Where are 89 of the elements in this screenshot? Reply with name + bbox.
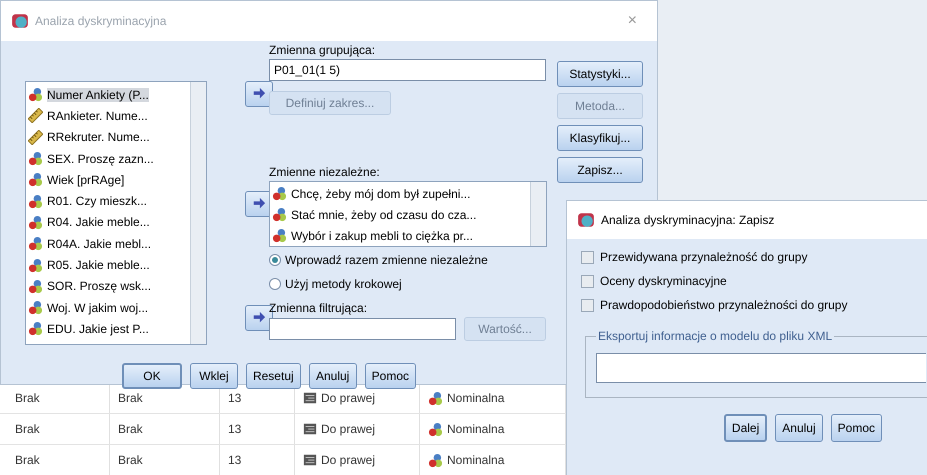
field-label: Zmienna filtrująca: — [269, 301, 368, 315]
table-cell: Brak — [15, 453, 40, 467]
variable-item[interactable]: RRekruter. Nume... — [47, 130, 150, 144]
variable-item[interactable]: RAnkieter. Nume... — [47, 108, 148, 123]
variable-item[interactable]: R05. Jakie meble... — [47, 258, 150, 272]
nominal-icon — [428, 390, 443, 406]
variable-item[interactable]: Numer Ankiety (P... — [47, 88, 149, 102]
radio-button[interactable] — [269, 278, 281, 290]
table-cell: Do prawej — [321, 422, 376, 436]
file-field[interactable] — [596, 353, 926, 383]
field-label: Zmienne niezależne: — [269, 165, 381, 179]
arrow-icon — [252, 87, 266, 101]
radio-button[interactable] — [269, 254, 281, 266]
scrollbar[interactable] — [190, 82, 206, 344]
group-label: Eksportuj informacje o modelu do pliku XML — [597, 329, 834, 343]
ruler-icon — [28, 130, 43, 145]
dialog-button[interactable]: Anuluj — [308, 363, 357, 389]
nominal-icon — [28, 300, 43, 316]
table-cell: Brak — [15, 422, 40, 436]
nominal-icon — [428, 452, 443, 468]
radio-label: Wprowadź razem zmienne niezależne — [285, 253, 488, 267]
table-cell: Brak — [118, 391, 143, 405]
nominal-icon — [28, 172, 43, 188]
dialog-button[interactable]: Statystyki... — [557, 61, 643, 87]
scrollbar[interactable] — [530, 182, 546, 246]
variable-item[interactable]: SOR. Proszę wsk... — [47, 279, 152, 294]
grouping-field[interactable]: P01_01(1 5) — [269, 59, 546, 81]
nominal-icon — [28, 278, 43, 294]
nominal-icon — [28, 194, 43, 209]
variable-item[interactable]: Wybór i zakup mebli to ciężka pr... — [291, 228, 473, 242]
table-cell: Nominalna — [447, 453, 504, 467]
nominal-icon — [28, 214, 43, 230]
variable-item[interactable]: Wiek [prRAge] — [47, 172, 124, 187]
checkbox-label: Przewidywana przynależność do grupy — [600, 250, 808, 264]
table-cell: Nominalna — [447, 422, 504, 436]
checkbox-label: Oceny dyskryminacyjne — [600, 274, 727, 288]
table-cell: 13 — [228, 453, 242, 467]
dialog-button[interactable]: Klasyfikuj... — [557, 125, 643, 151]
table-cell: 13 — [228, 422, 242, 436]
table-cell: Brak — [15, 391, 40, 405]
dialog-button[interactable]: Resetuj — [246, 363, 301, 389]
checkbox[interactable] — [581, 298, 594, 312]
variable-item[interactable]: Stać mnie, żeby od czasu do cza... — [291, 208, 476, 222]
arrow-icon — [252, 197, 266, 211]
dialog-button[interactable]: Anuluj — [775, 414, 823, 442]
table-cell: Brak — [118, 453, 143, 467]
table-cell: Brak — [118, 422, 143, 436]
nominal-icon — [28, 87, 43, 102]
variable-item[interactable]: SEX. Proszę zazn... — [47, 152, 154, 166]
table-cell: Do prawej — [321, 453, 376, 467]
dialog-button[interactable]: Wklej — [190, 363, 238, 389]
dialog-button[interactable]: Pomoc — [364, 363, 416, 389]
move-button[interactable] — [245, 81, 273, 107]
window-title: Analiza dyskryminacyjna: Zapisz — [601, 213, 774, 227]
variable-item[interactable]: EDU. Jakie jest P... — [47, 322, 149, 336]
checkbox-label: Prawdopodobieństwo przynależności do grupy — [600, 298, 848, 312]
align-right-icon — [303, 453, 317, 467]
dialog-button[interactable]: Dalej — [724, 414, 768, 442]
nominal-icon — [272, 207, 287, 222]
dialog-button[interactable]: OK — [122, 363, 182, 389]
align-right-icon — [303, 422, 317, 436]
variable-item[interactable]: Chcę, żeby mój dom był zupełni... — [291, 186, 470, 200]
radio-label: Użyj metody krokowej — [285, 277, 402, 291]
arrow-icon — [252, 311, 266, 325]
filter-field[interactable] — [269, 318, 456, 340]
dialog-button[interactable]: Pomoc — [830, 414, 882, 442]
nominal-icon — [28, 151, 43, 166]
variable-item[interactable]: Woj. W jakim woj... — [47, 300, 148, 315]
table-cell: Do prawej — [321, 391, 376, 405]
align-right-icon — [303, 391, 317, 405]
table-cell: Nominalna — [447, 391, 504, 405]
ruler-icon — [28, 108, 43, 124]
app-icon — [577, 211, 595, 229]
checkbox[interactable] — [581, 274, 594, 288]
variable-item[interactable]: R01. Czy mieszk... — [47, 194, 148, 208]
dialog-button[interactable]: Zapisz... — [557, 157, 643, 183]
field-label: Zmienna grupująca: — [269, 43, 376, 57]
nominal-icon — [28, 236, 43, 252]
nominal-icon — [272, 228, 287, 243]
nominal-icon — [28, 258, 43, 273]
nominal-icon — [28, 321, 43, 336]
app-icon — [11, 12, 29, 30]
checkbox[interactable] — [581, 250, 594, 264]
variable-item[interactable]: R04A. Jakie mebl... — [47, 236, 152, 251]
table-cell: 13 — [228, 391, 242, 405]
window-title: Analiza dyskryminacyjna — [35, 14, 166, 28]
nominal-icon — [428, 422, 443, 436]
variable-item[interactable]: R04. Jakie meble... — [47, 215, 150, 230]
nominal-icon — [272, 186, 287, 201]
